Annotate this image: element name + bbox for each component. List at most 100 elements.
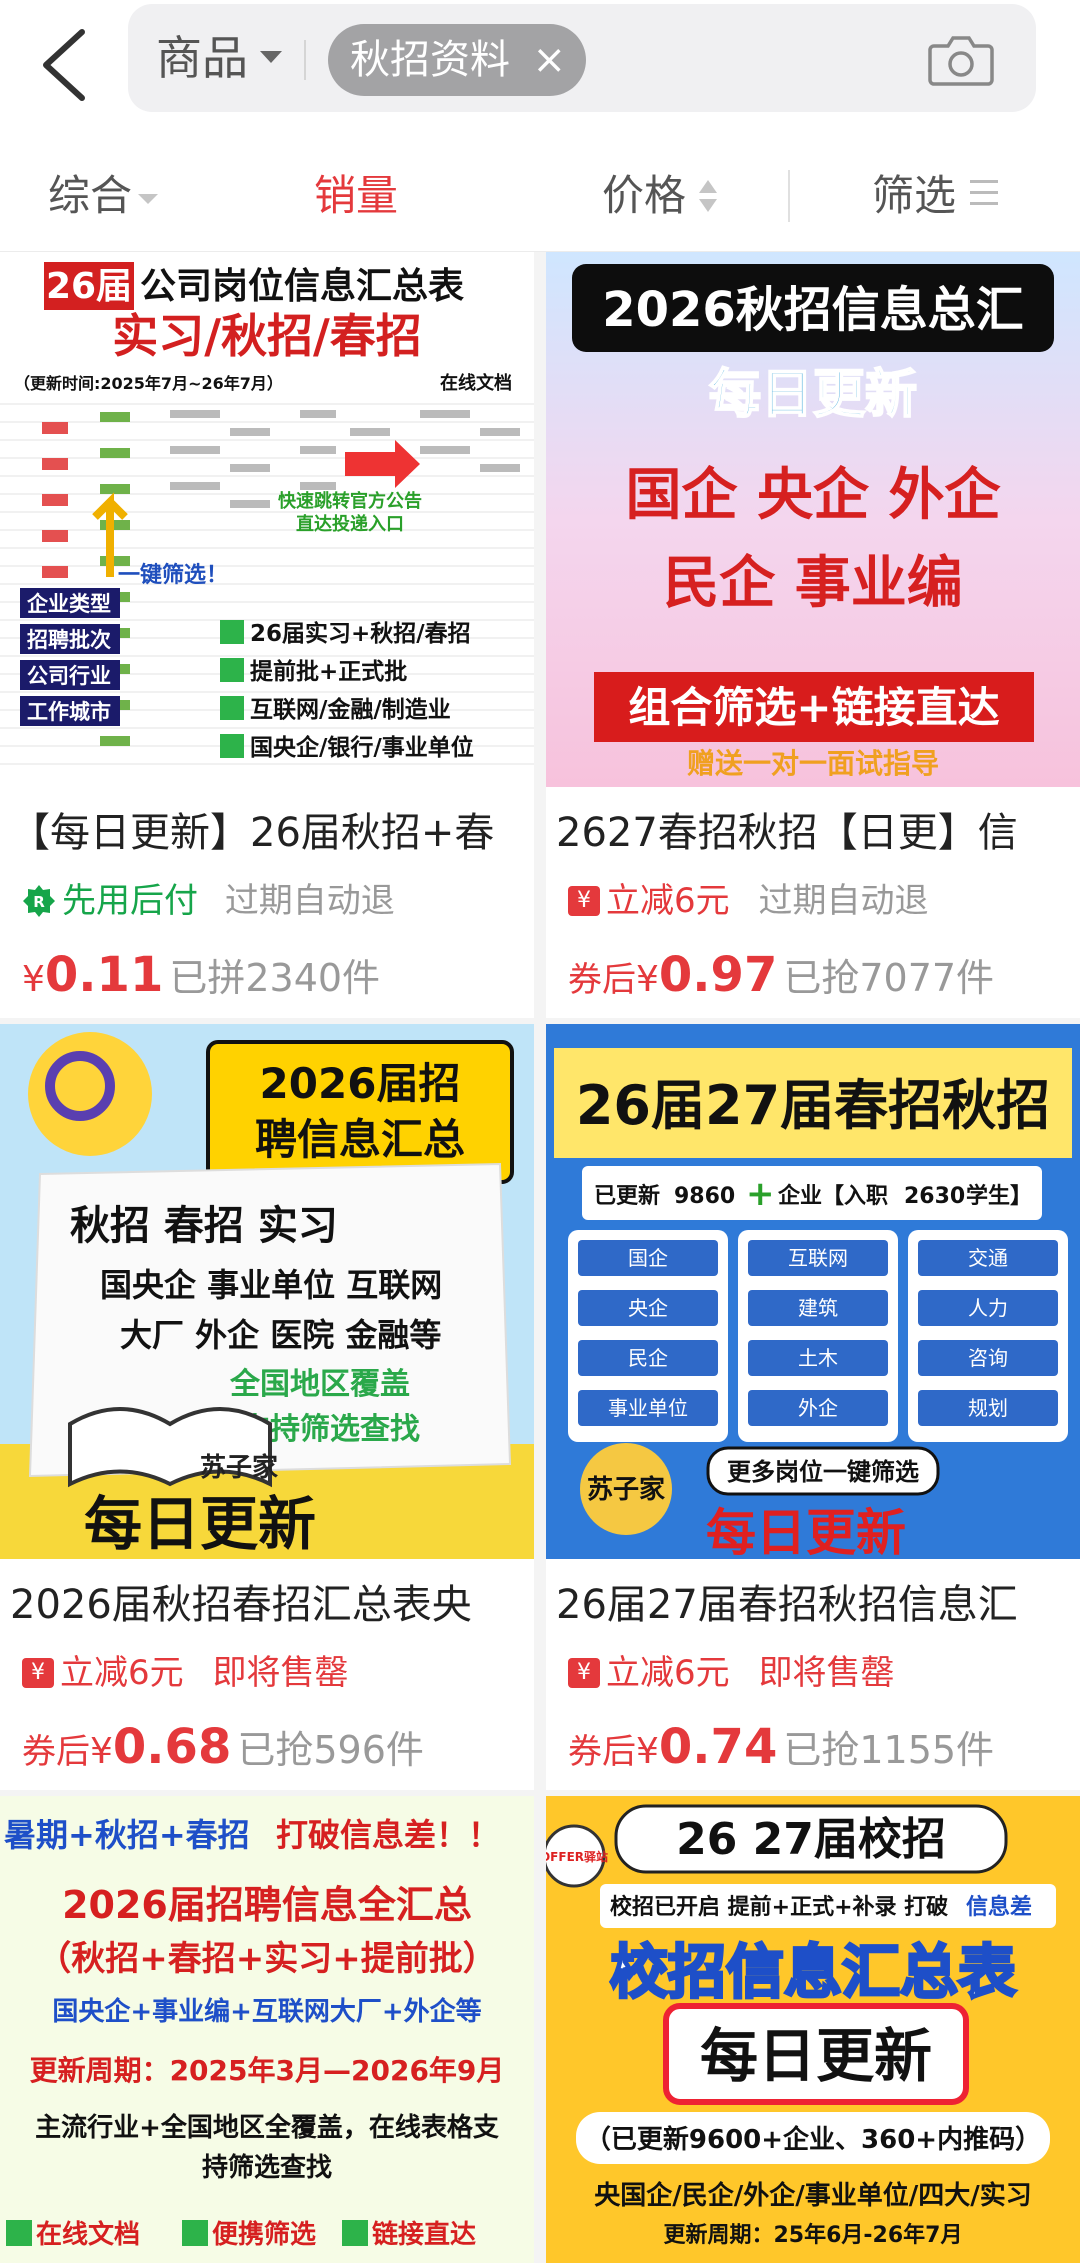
image-text: 已更新 bbox=[594, 1183, 660, 1209]
sold-count: 已拼2340件 bbox=[169, 956, 381, 1000]
image-text: 校招信息汇总表 bbox=[610, 1938, 1016, 2006]
coupon-icon: ¥ bbox=[568, 1657, 600, 1688]
product-image-graphic: 26届 公司岗位信息汇总表 实习/秋招/春招 （更新时间:2025年7月~26年… bbox=[0, 252, 534, 787]
divider bbox=[788, 170, 790, 222]
discount-badge: 立减6元 bbox=[60, 1652, 184, 1693]
product-card[interactable]: 26届27届春招秋招 已更新 9860 + 企业【入职 2630 学生】 国企 … bbox=[546, 1024, 1080, 1790]
image-text: 主流行业+全国地区全覆盖，在线表格支 bbox=[35, 2112, 499, 2143]
image-text: 苏子家 bbox=[200, 1452, 278, 1483]
image-text: 国央企/银行/事业单位 bbox=[250, 734, 474, 761]
image-text: 土木 bbox=[798, 1346, 838, 1370]
sort-tab-label: 综合 bbox=[48, 171, 133, 220]
image-text: 互联网/金融/制造业 bbox=[250, 696, 451, 723]
image-text: 企业类型 bbox=[26, 592, 111, 616]
image-text: （秋招+春招+实习+提前批） bbox=[37, 1939, 496, 1979]
product-image[interactable]: 26届27届春招秋招 已更新 9860 + 企业【入职 2630 学生】 国企 … bbox=[546, 1024, 1080, 1559]
refund-badge: 过期自动退 bbox=[758, 880, 929, 921]
product-card[interactable]: 2026秋招信息总汇 每日更新 国企 央企 外企 民企 事业编 组合筛选+链接直… bbox=[546, 252, 1080, 1018]
sort-toggle-icon[interactable] bbox=[698, 178, 718, 214]
price-prefix: 券后 bbox=[568, 960, 636, 1000]
product-card[interactable]: 2026届招 聘信息汇总 秋招 春招 实习 国央企 事业单位 互联网 大厂 外企… bbox=[0, 1024, 534, 1790]
image-text: 秋招 春招 实习 bbox=[70, 1203, 338, 1249]
price: 0.68 bbox=[112, 1719, 232, 1775]
discount-badge: 立减6元 bbox=[606, 880, 730, 921]
image-text: 链接直达 bbox=[372, 2219, 476, 2250]
image-text: 外企 bbox=[798, 1396, 838, 1420]
image-text: 国央企+事业编+互联网大厂+外企等 bbox=[52, 1996, 481, 2027]
product-image[interactable]: 2026届招 聘信息汇总 秋招 春招 实习 国央企 事业单位 互联网 大厂 外企… bbox=[0, 1024, 534, 1559]
pay-later-icon: R bbox=[23, 884, 55, 917]
refund-badge: 过期自动退 bbox=[224, 880, 395, 921]
product-image[interactable]: 26 27届校招 OFFER驿站 校招已开启 提前+正式+补录 打破 信息差 校… bbox=[546, 1796, 1080, 2263]
image-text: 国央企 事业单位 互联网 bbox=[100, 1266, 442, 1304]
sort-tab-filter[interactable]: 筛选 bbox=[872, 168, 956, 224]
price-row: 券后¥0.74 已抢1155件 bbox=[568, 1712, 994, 1782]
search-bar[interactable]: 商品 秋招资料 × bbox=[128, 4, 1036, 112]
filter-icon[interactable] bbox=[970, 180, 998, 208]
product-image-graphic: 26 27届校招 OFFER驿站 校招已开启 提前+正式+补录 打破 信息差 校… bbox=[546, 1796, 1080, 2263]
image-text: 每日更新 bbox=[700, 2022, 932, 2090]
product-image-graphic: 2026秋招信息总汇 每日更新 国企 央企 外企 民企 事业编 组合筛选+链接直… bbox=[546, 252, 1080, 787]
product-badges: R 先用后付 过期自动退 bbox=[22, 873, 395, 925]
product-badges: ¥ 立减6元 过期自动退 bbox=[568, 873, 928, 925]
product-image[interactable]: 26届 公司岗位信息汇总表 实习/秋招/春招 （更新时间:2025年7月~26年… bbox=[0, 252, 534, 787]
price-row: 券后¥0.97 已抢7077件 bbox=[568, 940, 994, 1010]
image-text: 直达投递入口 bbox=[296, 513, 404, 535]
image-text: 国企 bbox=[628, 1246, 668, 1270]
image-text: 26届 bbox=[46, 266, 132, 307]
product-title[interactable]: 【每日更新】26届秋招+春 bbox=[10, 805, 530, 861]
image-text: 全国地区覆盖 bbox=[229, 1367, 410, 1402]
product-card[interactable]: 26 27届校招 OFFER驿站 校招已开启 提前+正式+补录 打破 信息差 校… bbox=[546, 1796, 1080, 2263]
product-title[interactable]: 2026届秋招春招汇总表央 bbox=[10, 1577, 530, 1633]
product-image[interactable]: 暑期+秋招+春招 打破信息差！！ 2026届招聘信息全汇总 （秋招+春招+实习+… bbox=[0, 1796, 534, 2263]
product-image-graphic: 2026届招 聘信息汇总 秋招 春招 实习 国央企 事业单位 互联网 大厂 外企… bbox=[0, 1024, 534, 1559]
product-card[interactable]: 26届 公司岗位信息汇总表 实习/秋招/春招 （更新时间:2025年7月~26年… bbox=[0, 252, 534, 1018]
sort-tab-label: 价格 bbox=[602, 171, 687, 220]
image-text: 聘信息汇总 bbox=[255, 1115, 465, 1164]
image-text: 央企 bbox=[628, 1296, 668, 1320]
svg-text:R: R bbox=[33, 893, 45, 911]
image-text: 每日更新 bbox=[84, 1490, 316, 1558]
image-text: 交通 bbox=[968, 1246, 1008, 1270]
image-text: 2026秋招信息总汇 bbox=[602, 282, 1024, 338]
image-text: 2630 bbox=[904, 1184, 965, 1209]
image-text: 持筛选查找 bbox=[202, 2152, 332, 2183]
product-image-graphic: 26届27届春招秋招 已更新 9860 + 企业【入职 2630 学生】 国企 … bbox=[546, 1024, 1080, 1559]
image-text: 便携筛选 bbox=[212, 2219, 316, 2250]
product-title[interactable]: 2627春招秋招【日更】信 bbox=[556, 805, 1076, 861]
sort-tab-price[interactable]: 价格 bbox=[602, 168, 686, 224]
coupon-icon: ¥ bbox=[568, 885, 600, 916]
image-text: 更新周期：25年6月-26年7月 bbox=[664, 2222, 963, 2248]
camera-icon[interactable] bbox=[926, 32, 996, 88]
chevron-down-icon bbox=[138, 193, 159, 204]
image-text: （已更新9600+企业、360+内推码） bbox=[585, 2124, 1041, 2155]
search-tag-label: 秋招资料 bbox=[350, 37, 510, 83]
chevron-down-icon[interactable] bbox=[260, 51, 282, 63]
back-arrow-icon[interactable] bbox=[30, 20, 100, 110]
currency: ¥ bbox=[22, 959, 45, 1000]
search-tag[interactable]: 秋招资料 × bbox=[328, 24, 586, 96]
close-icon[interactable]: × bbox=[532, 24, 566, 96]
image-text: 招聘批次 bbox=[27, 628, 111, 652]
product-image[interactable]: 2026秋招信息总汇 每日更新 国企 央企 外企 民企 事业编 组合筛选+链接直… bbox=[546, 252, 1080, 787]
coupon-icon: ¥ bbox=[22, 1657, 54, 1688]
top-bar: 商品 秋招资料 × bbox=[0, 0, 1080, 140]
product-card[interactable]: 暑期+秋招+春招 打破信息差！！ 2026届招聘信息全汇总 （秋招+春招+实习+… bbox=[0, 1796, 534, 2263]
product-title[interactable]: 26届27届春招秋招信息汇 bbox=[556, 1577, 1076, 1633]
sort-tab-sales[interactable]: 销量 bbox=[314, 168, 398, 224]
image-text: 规划 bbox=[968, 1396, 1008, 1420]
price: 0.11 bbox=[44, 947, 164, 1003]
image-text: 更多岗位一键筛选 bbox=[727, 1458, 919, 1486]
search-category-select[interactable]: 商品 bbox=[156, 30, 248, 86]
image-text: 在线文档 bbox=[36, 2219, 140, 2250]
sort-tab-comprehensive[interactable]: 综合 bbox=[48, 168, 159, 224]
stock-badge: 即将售罄 bbox=[212, 1652, 349, 1693]
sort-tab-label: 筛选 bbox=[872, 171, 957, 220]
currency: ¥ bbox=[90, 1731, 113, 1772]
discount-badge: 立减6元 bbox=[606, 1652, 730, 1693]
price-row: ¥0.11 已拼2340件 bbox=[22, 940, 380, 1010]
image-text: 建筑 bbox=[798, 1296, 838, 1320]
currency: ¥ bbox=[636, 959, 659, 1000]
image-text: + bbox=[746, 1174, 775, 1214]
image-text: 提前批+正式批 bbox=[250, 658, 407, 685]
